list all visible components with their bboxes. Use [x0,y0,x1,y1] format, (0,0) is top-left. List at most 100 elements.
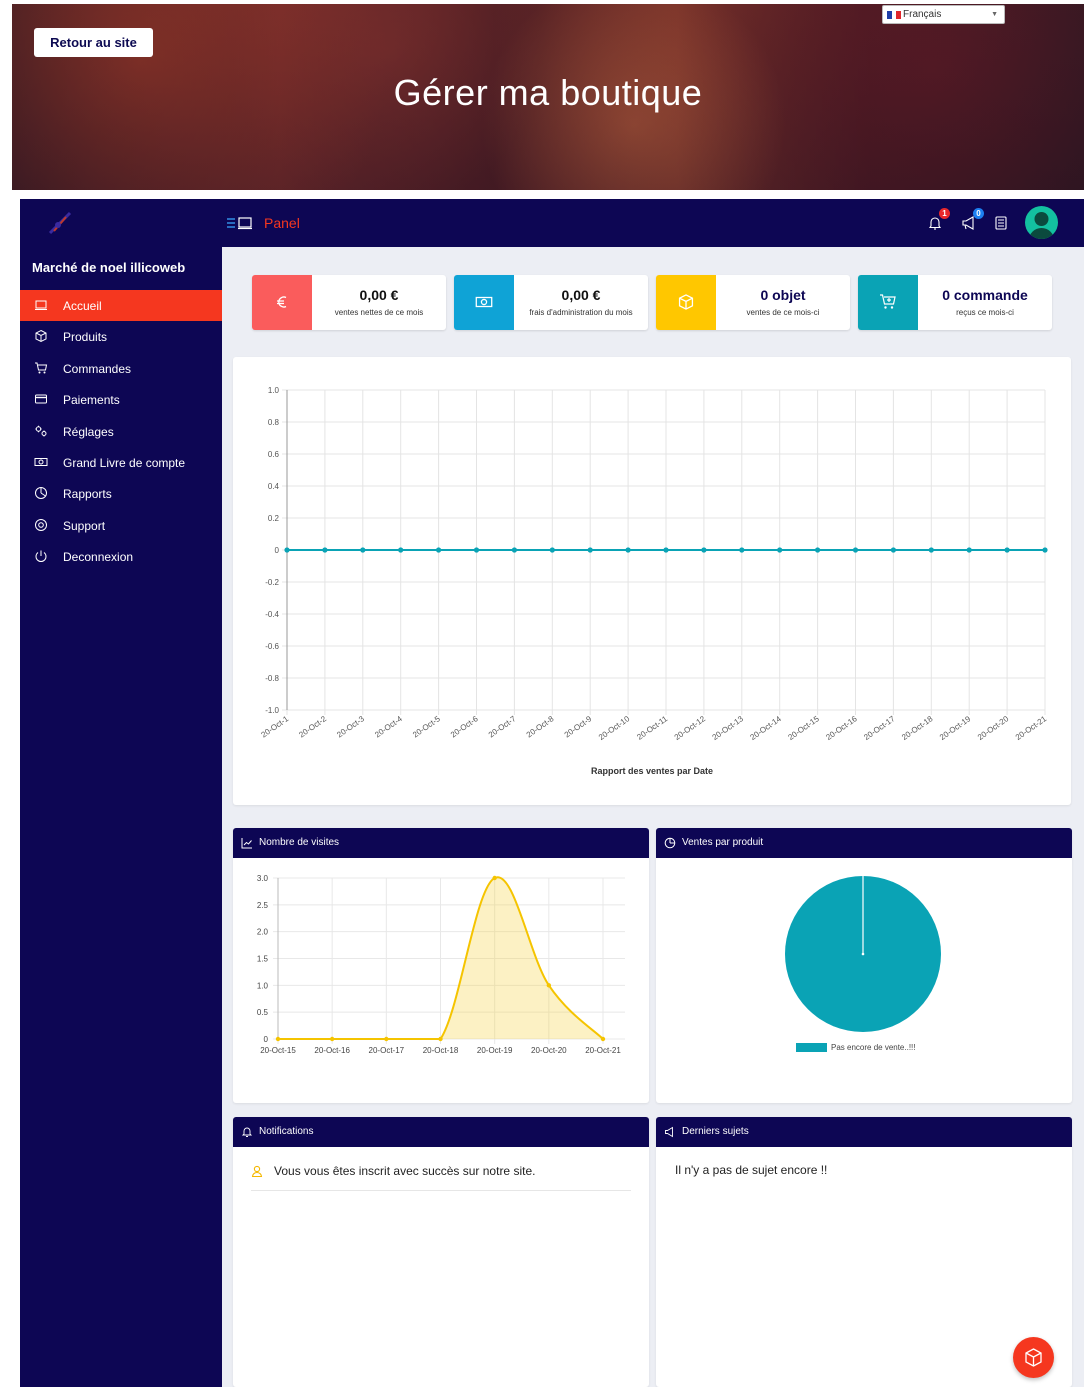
sidebar-item-label: Produits [63,330,108,345]
visits-point [492,875,497,881]
sales-point [549,547,555,553]
stat-label: reçus ce mois-ci [956,308,1014,317]
panel-label[interactable]: Panel [264,215,300,231]
latest-topics-card: Derniers sujets Il n'y a pas de sujet en… [656,1117,1072,1387]
stat-label: ventes de ce mois-ci [746,308,820,317]
book-button[interactable] [992,214,1010,232]
sales-point [322,547,328,553]
x-tick-label: 20-Oct-3 [335,714,366,740]
sales-point [852,547,859,553]
sales-point [928,547,934,553]
x-tick-label: 20-Oct-7 [487,714,518,740]
page-title: Gérer ma boutique [393,72,703,113]
x-tick-label: 20-Oct-8 [525,714,556,740]
menu-toggle-icon[interactable] [226,215,256,231]
avatar[interactable] [1025,206,1058,239]
visits-area-chart: 3.0 2.5 2.0 1.5 1.0 0.5 0 20-Oct-15 20-Oct-16 20-… [257,874,625,1055]
latest-topics-card-title: Derniers sujets [682,1126,749,1137]
stat-card[interactable]: 0 objet ventes de ce mois-ci [656,275,850,330]
sales-by-product-card-title: Ventes par produit [682,837,764,848]
cart-plus-icon [880,294,896,309]
sidebar-item-support[interactable]: Support [20,510,222,541]
visits-point [600,1036,606,1042]
y-tick-label: 0.6 [268,450,280,459]
sales-point [436,547,442,553]
visits-point [438,1036,443,1042]
x-tick-label: 20-Oct-17 [862,714,897,742]
x-tick-label: 20-Oct-21 [585,1046,621,1055]
sidebar-item-label: Accueil [63,299,102,313]
y-tick-label: 0 [275,546,280,555]
bell-icon [241,1127,253,1137]
sidebar-item-deconnexion[interactable]: Deconnexion [20,541,222,572]
sales-point [815,547,821,553]
visits-point [384,1036,389,1042]
book-icon [995,216,1007,230]
x-tick-label: 20-Oct-15 [786,714,821,742]
x-tick-label: 20-Oct-20 [976,714,1011,742]
language-select-value: Français [903,9,942,20]
x-tick-label: 20-Oct-1 [259,714,290,740]
announcements-button[interactable]: 0 [960,208,984,232]
stat-icon-box [858,275,918,330]
french-flag-icon [887,11,902,19]
box-icon [1025,1348,1042,1367]
sales-point [625,547,631,553]
laptop-icon [35,300,47,310]
sales-line-chart: 1.00.80.60.40.20-0.2-0.4-0.6-0.8-1.020-O… [259,386,1048,776]
y-tick-label: 1.5 [257,955,269,964]
stat-icon-box [656,275,716,330]
sidebar-item-produits[interactable]: Produits [20,321,222,352]
sidebar-item-accueil[interactable]: Accueil [20,290,222,321]
notification-text: Vous vous êtes inscrit avec succès sur n… [274,1164,536,1178]
sales-by-product-pie-chart: Pas encore de vente..!!! [785,876,941,1052]
sidebar-item-label: Rapports [63,487,112,502]
legend-swatch [796,1043,827,1052]
back-to-site-button[interactable]: Retour au site [34,28,153,57]
sidebar-item-label: Commandes [63,361,132,376]
lifebuoy-icon [35,518,47,531]
sales-point [966,547,972,553]
visits-point [275,1036,281,1042]
chart-title: Rapport des ventes par Date [591,766,713,776]
stat-label: frais d'administration du mois [529,308,633,317]
notifications-card-title: Notifications [259,1126,314,1137]
sidebar-item-rapports[interactable]: Rapports [20,478,222,509]
money-icon [475,296,493,308]
visits-card: Nombre de visites 3.0 2.5 2.0 1.5 1.0 0.5 0 20-… [233,828,649,1103]
pie-chart-icon [664,837,676,849]
x-tick-label: 20-Oct-10 [597,714,632,742]
stat-card[interactable]: 0,00 € frais d'administration du mois [454,275,648,330]
floating-action-button[interactable] [1013,1337,1054,1378]
stat-value: 0,00 € [359,287,399,303]
stat-value: 0 commande [942,287,1028,303]
x-tick-label: 20-Oct-5 [411,714,442,740]
sidebar-item-label: Support [63,518,106,533]
language-select[interactable]: Français ▼ [882,5,1005,24]
legend-label: Pas encore de vente..!!! [831,1043,916,1052]
credit-card-icon [35,394,47,404]
chevron-down-icon: ▼ [991,11,998,18]
main-content: 0,00 € ventes nettes de ce mois 0,00 € frai… [222,247,1084,1387]
top-bar: Panel 1 0 [222,199,1084,247]
power-icon [35,550,47,563]
x-tick-label: 20-Oct-17 [369,1046,405,1055]
sales-point [890,547,897,553]
sidebar-item-grand-livre-de-compte[interactable]: Grand Livre de compte [20,447,222,478]
sidebar: Marché de noel illicoweb Accueil Produits… [20,199,222,1387]
notifications-button[interactable]: 1 [926,208,950,232]
sales-point [777,547,783,553]
money-icon [34,458,48,466]
euro-icon [277,296,287,308]
sales-by-product-card-header: Ventes par produit [656,828,1072,858]
y-tick-label: 3.0 [257,874,269,883]
sidebar-item-r-glages[interactable]: Réglages [20,416,222,447]
stat-card[interactable]: 0 commande reçus ce mois-ci [858,275,1052,330]
x-tick-label: 20-Oct-16 [824,714,859,742]
stat-card[interactable]: 0,00 € ventes nettes de ce mois [252,275,446,330]
sidebar-item-commandes[interactable]: Commandes [20,353,222,384]
line-chart-icon [241,838,252,849]
sidebar-item-paiements[interactable]: Paiements [20,384,222,415]
logo [48,211,72,235]
notification-item[interactable]: Vous vous êtes inscrit avec succès sur n… [251,1163,631,1191]
